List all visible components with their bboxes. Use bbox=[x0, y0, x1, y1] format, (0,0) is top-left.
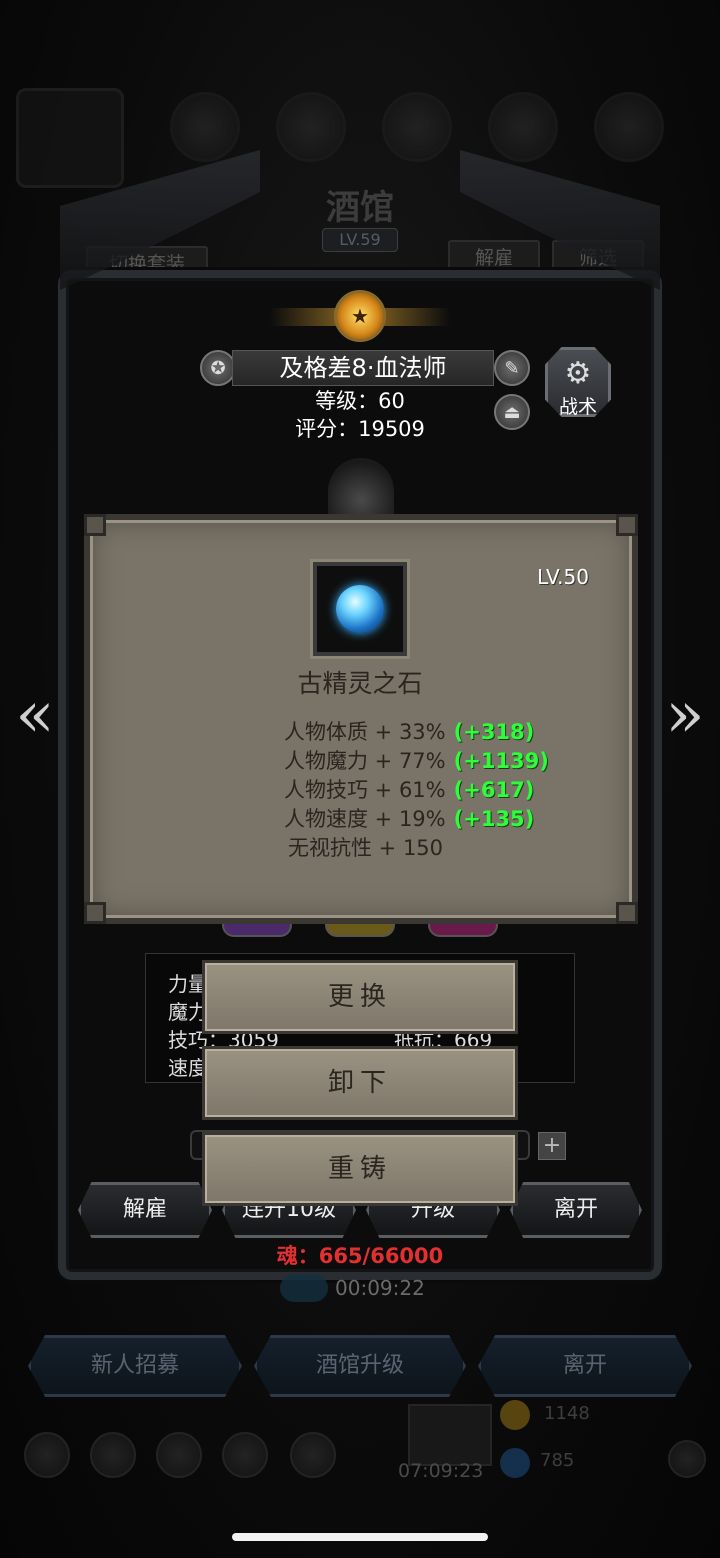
attr-row: 人物技巧 + 61% (+617) bbox=[284, 774, 534, 804]
popup-corner-tl bbox=[84, 514, 106, 536]
hero-level: 等级：60 bbox=[315, 389, 405, 413]
attr-text: 人物体质 + 33% bbox=[284, 720, 446, 744]
tavern-upgrade-button[interactable]: 酒馆升级 bbox=[254, 1335, 466, 1397]
tab-icon-4[interactable] bbox=[488, 92, 558, 162]
gem-icon bbox=[500, 1448, 530, 1478]
attr-text: 无视抗性 + 150 bbox=[288, 836, 444, 860]
attr-bonus: (+318) bbox=[453, 720, 535, 744]
gem-amount: 785 bbox=[540, 1450, 575, 1471]
hero-portrait-slot[interactable] bbox=[16, 88, 124, 188]
attr-bonus: (+617) bbox=[453, 778, 535, 802]
attr-row: 人物速度 + 19% (+135) bbox=[284, 803, 534, 833]
attr-bonus: (+1139) bbox=[453, 749, 549, 773]
nav-icon-1[interactable] bbox=[24, 1432, 70, 1478]
hero-name: 及格差8·血法师 bbox=[232, 350, 494, 386]
edit-name-icon[interactable]: ✎ bbox=[494, 350, 530, 386]
attr-text: 人物技巧 + 61% bbox=[284, 778, 446, 802]
attr-row: 无视抗性 + 150 bbox=[288, 832, 443, 862]
attr-row: 人物体质 + 33% (+318) bbox=[284, 716, 534, 746]
hourglass-icon bbox=[280, 1274, 328, 1302]
leave-frame-button[interactable]: 离开 bbox=[510, 1182, 642, 1238]
add-icon[interactable] bbox=[668, 1440, 706, 1478]
gift-timer: 07:09:23 bbox=[398, 1460, 484, 1482]
tactic-label: 战术 bbox=[558, 396, 597, 418]
refresh-timer: 00:09:22 bbox=[335, 1276, 425, 1300]
recruit-button[interactable]: 新人招募 bbox=[28, 1335, 242, 1397]
tab-icon-1[interactable] bbox=[170, 92, 240, 162]
tab-icon-5[interactable] bbox=[594, 92, 664, 162]
attr-text: 人物速度 + 19% bbox=[284, 807, 446, 831]
popup-corner-tr bbox=[616, 514, 638, 536]
replace-button[interactable]: 更换 bbox=[202, 960, 518, 1034]
item-name: 古精灵之石 bbox=[297, 669, 423, 698]
attr-row: 人物魔力 + 77% (+1139) bbox=[284, 745, 549, 775]
popup-corner-br bbox=[616, 902, 638, 924]
item-icon-frame bbox=[313, 562, 407, 656]
unequip-button[interactable]: 卸下 bbox=[202, 1046, 518, 1120]
elf-stone-icon bbox=[336, 585, 384, 633]
leave-bottom-button[interactable]: 离开 bbox=[478, 1335, 692, 1397]
attr-text: 人物魔力 + 77% bbox=[284, 749, 446, 773]
nav-icon-4[interactable] bbox=[222, 1432, 268, 1478]
gold-amount: 1148 bbox=[544, 1403, 590, 1424]
nav-icon-2[interactable] bbox=[90, 1432, 136, 1478]
tab-icon-2[interactable] bbox=[276, 92, 346, 162]
star-emblem-icon: ★ bbox=[334, 290, 386, 342]
hero-score: 评分：19509 bbox=[295, 417, 425, 441]
hero-badge-icon[interactable]: ✪ bbox=[200, 350, 236, 386]
gold-coin-icon bbox=[500, 1400, 530, 1430]
popup-corner-bl bbox=[84, 902, 106, 924]
plus-icon[interactable]: + bbox=[538, 1132, 566, 1160]
item-level: LV.50 bbox=[537, 565, 589, 589]
attr-bonus: (+135) bbox=[453, 807, 535, 831]
gift-box-icon[interactable] bbox=[408, 1404, 492, 1466]
dismiss-button[interactable]: 解雇 bbox=[78, 1182, 212, 1238]
soul-counter: 魂：665/66000 bbox=[276, 1244, 444, 1268]
home-indicator[interactable] bbox=[232, 1533, 488, 1541]
nav-icon-3[interactable] bbox=[156, 1432, 202, 1478]
nav-icon-5[interactable] bbox=[290, 1432, 336, 1478]
tab-icon-3[interactable] bbox=[382, 92, 452, 162]
gear-icon: ⚙ bbox=[564, 356, 592, 391]
tavern-level-badge: LV.59 bbox=[322, 228, 398, 252]
reforge-button[interactable]: 重铸 bbox=[202, 1132, 518, 1206]
